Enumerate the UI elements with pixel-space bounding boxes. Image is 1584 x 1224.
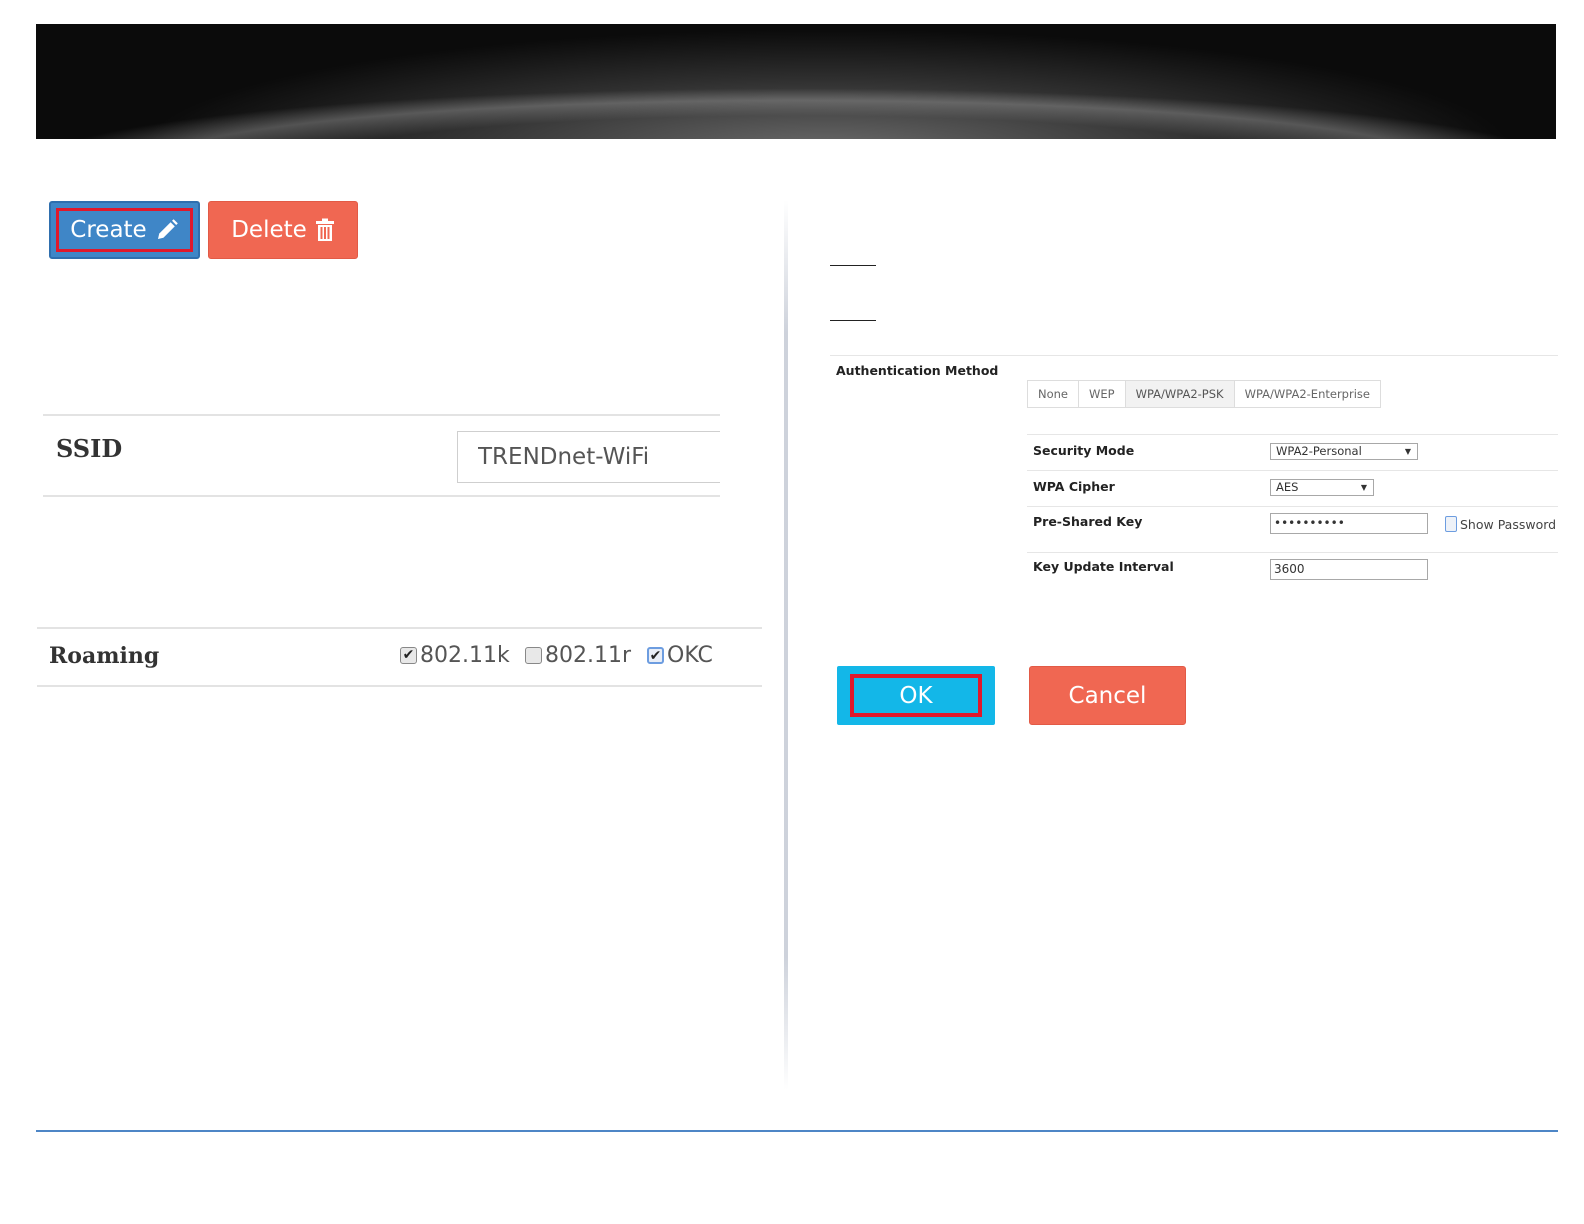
header-banner [36,24,1556,139]
cancel-button[interactable]: Cancel [1029,666,1186,725]
tab-wep[interactable]: WEP [1078,380,1126,408]
tab-wpa-enterprise[interactable]: WPA/WPA2-Enterprise [1233,380,1381,408]
wpa-cipher-select[interactable]: AES ▼ [1270,479,1374,496]
key-interval-row: Key Update Interval 3600 [1027,552,1558,588]
roaming-option-80211k[interactable]: ✔ 802.11k [400,643,510,668]
ssid-row: SSID [43,414,720,497]
underline-mark [830,265,876,266]
security-mode-row: Security Mode WPA2-Personal ▼ [1027,434,1558,470]
wpa-cipher-value: AES [1276,480,1299,494]
roaming-option-label: 802.11r [545,643,632,668]
show-password-toggle[interactable]: Show Password [1445,516,1556,532]
panel-divider [784,200,788,1090]
create-button[interactable]: Create [49,201,200,259]
tab-wpa-psk[interactable]: WPA/WPA2-PSK [1124,380,1235,408]
highlight-box [56,208,193,252]
ssid-input[interactable] [457,431,720,483]
trash-icon [315,218,334,241]
show-password-checkbox[interactable] [1445,516,1457,532]
security-mode-select[interactable]: WPA2-Personal ▼ [1270,443,1418,460]
section-divider [830,355,1558,356]
key-interval-label: Key Update Interval [1033,559,1174,574]
roaming-option-label: 802.11k [420,643,510,668]
auth-method-label: Authentication Method [836,363,999,378]
roaming-option-okc[interactable]: ✔ OKC [647,643,713,668]
checkbox-okc[interactable]: ✔ [647,647,664,664]
delete-button[interactable]: Delete [208,201,358,259]
wpa-cipher-label: WPA Cipher [1033,479,1115,494]
underline-mark [830,320,876,321]
pre-shared-key-input[interactable]: •••••••••• [1270,513,1428,534]
auth-method-tabs: None WEP WPA/WPA2-PSK WPA/WPA2-Enterpris… [1027,380,1381,408]
footer-rule [36,1130,1558,1132]
delete-label: Delete [231,217,307,243]
dropdown-arrow-icon: ▼ [1404,447,1411,456]
security-mode-value: WPA2-Personal [1276,444,1362,458]
roaming-option-label: OKC [667,643,713,668]
roaming-row: Roaming ✔ 802.11k 802.11r ✔ OKC [37,627,762,687]
checkbox-80211k[interactable]: ✔ [400,647,417,664]
dropdown-arrow-icon: ▼ [1360,483,1367,492]
checkbox-80211r[interactable] [525,647,542,664]
pre-shared-key-label: Pre-Shared Key [1033,514,1143,529]
key-interval-input[interactable]: 3600 [1270,559,1428,580]
roaming-label: Roaming [49,643,160,669]
pre-shared-key-row: Pre-Shared Key •••••••••• Show Password [1027,506,1558,552]
tab-none[interactable]: None [1027,380,1080,408]
ok-button[interactable]: OK [837,666,995,725]
roaming-option-80211r[interactable]: 802.11r [525,643,631,668]
security-mode-label: Security Mode [1033,443,1135,458]
highlight-box [850,674,982,717]
ssid-label: SSID [56,434,123,463]
show-password-label: Show Password [1460,516,1557,532]
cancel-label: Cancel [1068,682,1147,709]
wpa-cipher-row: WPA Cipher AES ▼ [1027,470,1558,506]
